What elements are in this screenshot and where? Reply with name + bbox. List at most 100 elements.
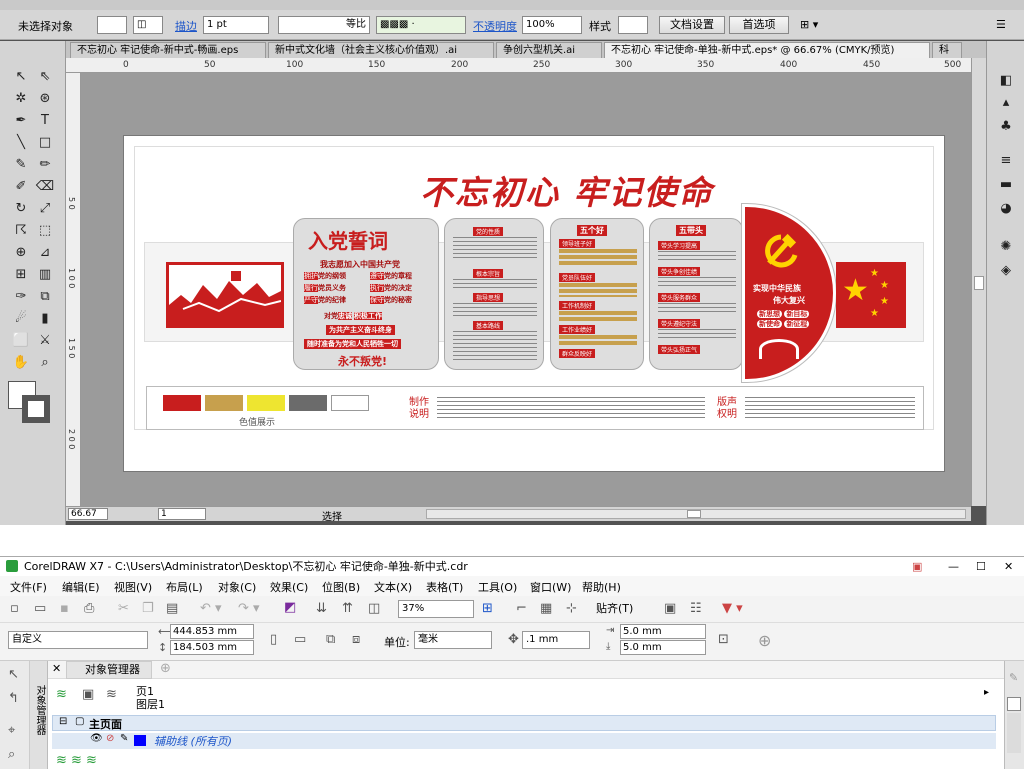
add-tab-icon[interactable]: ⊕ xyxy=(160,661,171,676)
crop-tool-icon[interactable]: ⌖ xyxy=(8,723,15,738)
add-icon[interactable]: ⊕ xyxy=(758,631,771,650)
rotate-tool-icon[interactable]: ↻ xyxy=(10,199,32,219)
maximize-button[interactable]: ☐ xyxy=(976,557,986,576)
menu-item[interactable]: 视图(V) xyxy=(114,579,152,595)
variable-width-profile[interactable]: 等比 xyxy=(278,16,370,34)
horizontal-scrollbar[interactable] xyxy=(426,509,966,519)
print-icon[interactable]: ⎙ xyxy=(84,601,94,616)
shape-builder-tool-icon[interactable]: ⊕ xyxy=(10,243,32,263)
paintbrush-tool-icon[interactable]: ✎ xyxy=(10,155,32,175)
warp-tool-icon[interactable]: ☈ xyxy=(10,221,32,241)
publish-pdf-icon[interactable]: ◫ xyxy=(368,601,380,616)
document-tab[interactable]: 不忘初心 牢记使命-新中式-畅画.eps xyxy=(70,42,266,58)
menu-item[interactable]: 对象(C) xyxy=(218,579,256,595)
free-transform-tool-icon[interactable]: ⬚ xyxy=(34,221,56,241)
portrait-icon[interactable]: ▯ xyxy=(270,632,277,647)
menu-item[interactable]: 工具(O) xyxy=(478,579,517,595)
menu-item[interactable]: 文件(F) xyxy=(10,579,47,595)
magic-wand-tool-icon[interactable]: ✲ xyxy=(10,89,32,109)
app-launcher-icon[interactable]: ☷ xyxy=(690,601,702,616)
scroll-thumb[interactable] xyxy=(974,276,984,290)
type-tool-icon[interactable]: T xyxy=(34,111,56,131)
perspective-tool-icon[interactable]: ⊿ xyxy=(34,243,56,263)
docker-side-tab[interactable]: 对象管理器 xyxy=(30,661,48,769)
close-icon[interactable]: ✕ xyxy=(52,662,61,675)
stroke-label[interactable]: 描边 xyxy=(175,18,197,34)
layer-manager-icon[interactable]: ▣ xyxy=(82,687,94,702)
opacity-input[interactable]: 100% xyxy=(522,16,582,34)
column-graph-tool-icon[interactable]: ▮ xyxy=(34,309,56,329)
graphic-style-swatch[interactable] xyxy=(618,16,648,34)
treat-as-filled-icon[interactable]: ⊡ xyxy=(718,632,729,647)
docker-tab[interactable]: 对象管理器 xyxy=(66,661,152,679)
close-button[interactable]: ✕ xyxy=(1004,557,1013,576)
menu-item[interactable]: 窗口(W) xyxy=(530,579,571,595)
no-fill-swatch[interactable] xyxy=(1007,697,1021,711)
brush-definition[interactable]: ▩▩▩ · xyxy=(376,16,466,34)
gradient-tool-icon[interactable]: ▥ xyxy=(34,265,56,285)
zoom-tool-icon[interactable]: ⌕ xyxy=(8,747,15,762)
full-screen-icon[interactable]: ⊞ xyxy=(482,601,493,616)
lasso-tool-icon[interactable]: ⊛ xyxy=(34,89,56,109)
duplicate-distance-x[interactable]: 5.0 mm xyxy=(620,624,706,639)
edit-icon[interactable]: ✎ xyxy=(120,733,128,744)
minimize-button[interactable]: — xyxy=(948,557,959,576)
save-icon[interactable]: ▪ xyxy=(60,601,69,616)
stroke-panel-icon[interactable]: ≡ xyxy=(995,151,1017,171)
menu-item[interactable]: 效果(C) xyxy=(270,579,308,595)
zoom-dropdown[interactable]: 37% xyxy=(398,600,474,618)
stroke-swatch[interactable]: ◫ xyxy=(133,16,163,34)
scroll-thumb[interactable] xyxy=(687,510,701,518)
fill-stroke-swatch[interactable] xyxy=(8,381,52,425)
menu-item[interactable]: 位图(B) xyxy=(322,579,360,595)
current-page-icon[interactable]: ⧈ xyxy=(352,632,360,647)
master-page-row[interactable]: ⊟ ▢ 主页面 xyxy=(52,715,996,731)
symbol-sprayer-tool-icon[interactable]: ☄ xyxy=(10,309,32,329)
copy-icon[interactable]: ❐ xyxy=(142,601,154,616)
artboard-number-input[interactable]: 1 xyxy=(158,508,206,520)
snap-to-dropdown[interactable]: 贴齐(T) xyxy=(596,600,654,618)
appearance-panel-icon[interactable]: ◕ xyxy=(995,199,1017,219)
stroke-weight-input[interactable]: 1 pt xyxy=(203,16,269,34)
options-icon[interactable]: ▣ xyxy=(664,601,676,616)
symbols-panel-icon[interactable]: ♣ xyxy=(995,117,1017,137)
import-icon[interactable]: ⇊ xyxy=(316,601,327,616)
menu-item[interactable]: 编辑(E) xyxy=(62,579,100,595)
opacity-label[interactable]: 不透明度 xyxy=(473,18,517,34)
guidelines-icon[interactable]: ⊹ xyxy=(566,601,577,616)
grid-icon[interactable]: ▦ xyxy=(540,601,552,616)
shape-tool-icon[interactable]: ↰ xyxy=(8,691,19,706)
pen-tool-icon[interactable]: ✒ xyxy=(10,111,32,131)
search-content-icon[interactable]: ◩ xyxy=(284,600,296,615)
preferences-button[interactable]: 首选项 xyxy=(729,16,789,34)
arrange-icon[interactable]: ⊞ ▾ xyxy=(800,18,818,31)
page-width-input[interactable]: 444.853 mm xyxy=(170,624,254,639)
open-icon[interactable]: ▭ xyxy=(34,601,46,616)
document-tab[interactable]: 争创六型机关.ai xyxy=(496,42,602,58)
blend-tool-icon[interactable]: ⧉ xyxy=(34,287,56,307)
transparency-panel-icon[interactable]: ✺ xyxy=(995,237,1017,257)
vertical-scrollbar[interactable] xyxy=(971,58,986,506)
nudge-input[interactable]: .1 mm xyxy=(522,631,590,649)
hand-tool-icon[interactable]: ✋ xyxy=(10,353,32,373)
collapse-icon[interactable]: ⊟ xyxy=(59,716,67,727)
show-props-icon[interactable]: ≋ xyxy=(106,687,117,702)
blob-brush-tool-icon[interactable]: ✐ xyxy=(10,177,32,197)
visible-icon[interactable]: 👁 xyxy=(90,733,103,744)
fill-swatch[interactable] xyxy=(97,16,127,34)
expand-arrow-icon[interactable]: ▸ xyxy=(984,687,989,698)
redo-icon[interactable]: ↷ ▾ xyxy=(238,601,260,616)
guides-layer-row[interactable]: 👁 ⊘ ✎ 辅助线 (所有页) xyxy=(52,733,996,749)
direct-select-tool-icon[interactable]: ⇖ xyxy=(34,67,56,87)
artboard-tool-icon[interactable]: ⬜ xyxy=(10,331,32,351)
eyedropper-tool-icon[interactable]: ✑ xyxy=(10,287,32,307)
welcome-icon[interactable]: ▼ ▾ xyxy=(722,601,743,616)
rulers-icon[interactable]: ⌐ xyxy=(516,601,527,616)
menu-item[interactable]: 文本(X) xyxy=(374,579,412,595)
pick-tool-icon[interactable]: ↖ xyxy=(8,667,19,682)
hint-icon[interactable]: ✎ xyxy=(1009,671,1018,684)
mesh-tool-icon[interactable]: ⊞ xyxy=(10,265,32,285)
brush-panel-icon[interactable]: ▴ xyxy=(995,93,1017,113)
user-icon[interactable]: ▣ xyxy=(912,557,922,576)
new-master-layer-icon[interactable]: ≋ ≋ ≋ xyxy=(56,753,97,768)
